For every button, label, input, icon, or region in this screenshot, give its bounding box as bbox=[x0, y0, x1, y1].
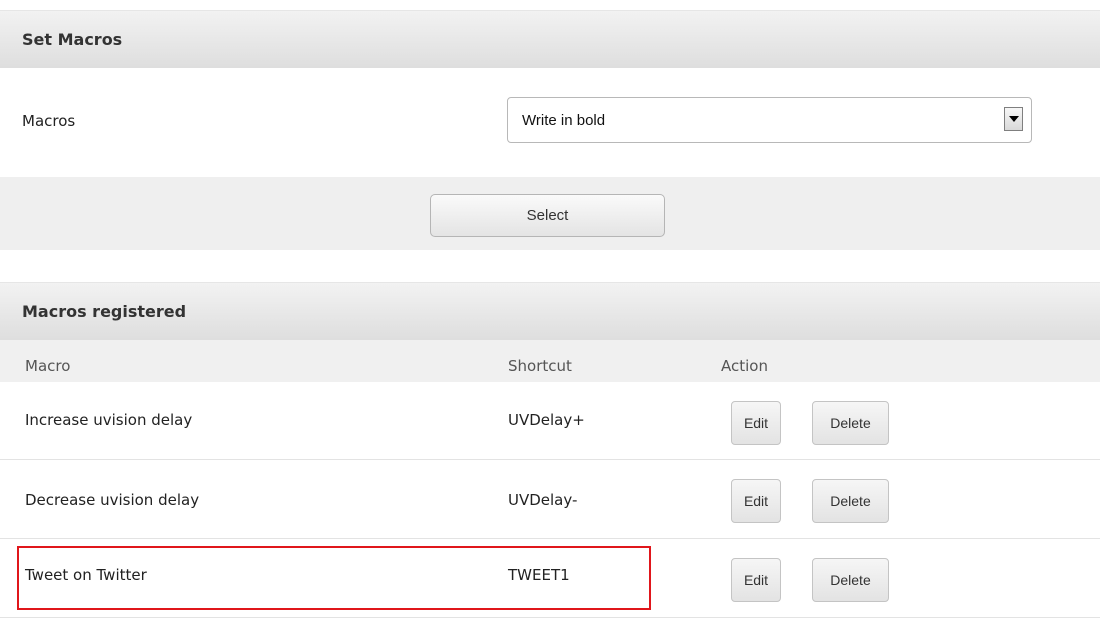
macros-label: Macros bbox=[22, 112, 76, 130]
set-macros-title: Set Macros bbox=[22, 30, 123, 49]
macro-shortcut: UVDelay- bbox=[508, 491, 578, 509]
macros-select[interactable]: Write in bold bbox=[507, 97, 1032, 143]
edit-button[interactable]: Edit bbox=[731, 558, 781, 602]
macro-name: Tweet on Twitter bbox=[25, 566, 147, 584]
select-button[interactable]: Select bbox=[430, 194, 665, 237]
dropdown-arrow-icon[interactable] bbox=[1004, 107, 1023, 131]
macros-page: Set Macros Macros Write in bold Select M… bbox=[0, 0, 1102, 620]
delete-button[interactable]: Delete bbox=[812, 558, 889, 602]
macros-select-value: Write in bold bbox=[522, 111, 606, 129]
macro-name: Decrease uvision delay bbox=[25, 491, 200, 509]
macro-shortcut: UVDelay+ bbox=[508, 411, 585, 429]
edit-button[interactable]: Edit bbox=[731, 401, 781, 445]
macro-name: Increase uvision delay bbox=[25, 411, 193, 429]
delete-button[interactable]: Delete bbox=[812, 401, 889, 445]
macro-shortcut: TWEET1 bbox=[508, 566, 570, 584]
table-row: Tweet on Twitter TWEET1 Edit Delete bbox=[0, 540, 1100, 618]
column-header-macro: Macro bbox=[25, 357, 71, 375]
table-row: Increase uvision delay UVDelay+ Edit Del… bbox=[0, 382, 1100, 460]
macros-registered-header: Macros registered bbox=[0, 282, 1100, 340]
edit-button[interactable]: Edit bbox=[731, 479, 781, 523]
column-header-shortcut: Shortcut bbox=[508, 357, 572, 375]
column-header-action: Action bbox=[721, 357, 768, 375]
macros-registered-title: Macros registered bbox=[22, 302, 187, 321]
set-macros-header: Set Macros bbox=[0, 10, 1100, 68]
table-row: Decrease uvision delay UVDelay- Edit Del… bbox=[0, 461, 1100, 539]
delete-button[interactable]: Delete bbox=[812, 479, 889, 523]
